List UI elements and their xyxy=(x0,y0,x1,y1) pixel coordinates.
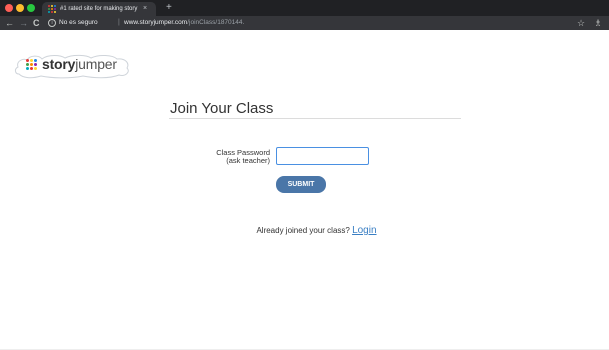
browser-tab-bar: #1 rated site for making story × + xyxy=(0,0,609,16)
already-joined-text: Already joined your class? xyxy=(256,226,353,235)
title-divider xyxy=(169,118,461,119)
browser-tab[interactable]: #1 rated site for making story × xyxy=(42,2,156,16)
tab-title: #1 rated site for making story xyxy=(60,6,138,12)
address-bar[interactable]: www.storyjumper.com/joinClass/1870144. xyxy=(124,16,244,30)
browser-toolbar: ← → C i No es seguro | www.storyjumper.c… xyxy=(0,16,609,30)
back-arrow-icon[interactable]: ← xyxy=(5,16,14,30)
submit-button[interactable]: SUBMIT xyxy=(276,176,326,193)
logo-text: storyjumper xyxy=(42,56,117,72)
storyjumper-logo[interactable]: storyjumper xyxy=(13,52,131,80)
url-host: www.storyjumper.com xyxy=(124,19,188,26)
url-separator: | xyxy=(118,19,120,26)
window-maximize-button[interactable] xyxy=(27,4,35,12)
bookmark-star-icon[interactable]: ☆ xyxy=(577,16,585,30)
url-path: /joinClass/1870144. xyxy=(187,19,245,26)
logo-dots-icon xyxy=(26,59,37,70)
info-icon[interactable]: i xyxy=(48,19,56,27)
page-title: Join Your Class xyxy=(170,100,274,117)
class-password-input[interactable] xyxy=(276,147,369,165)
reload-icon[interactable]: C xyxy=(33,16,40,30)
login-link[interactable]: Login xyxy=(352,225,376,236)
class-password-label-line2: (ask teacher) xyxy=(226,156,270,165)
already-joined-line: Already joined your class? Login xyxy=(0,224,609,238)
window-minimize-button[interactable] xyxy=(16,4,24,12)
logo-text-jumper: jumper xyxy=(75,56,117,72)
security-status-label[interactable]: No es seguro xyxy=(59,16,98,30)
extension-icon[interactable]: ♗ xyxy=(594,16,602,30)
logo-text-story: story xyxy=(42,56,76,72)
class-password-label: Class Password (ask teacher) xyxy=(196,149,270,165)
window-close-button[interactable] xyxy=(5,4,13,12)
new-tab-icon[interactable]: + xyxy=(166,1,172,14)
storyjumper-favicon-icon xyxy=(48,5,56,13)
tab-close-icon[interactable]: × xyxy=(143,4,147,14)
forward-arrow-icon[interactable]: → xyxy=(19,16,28,30)
